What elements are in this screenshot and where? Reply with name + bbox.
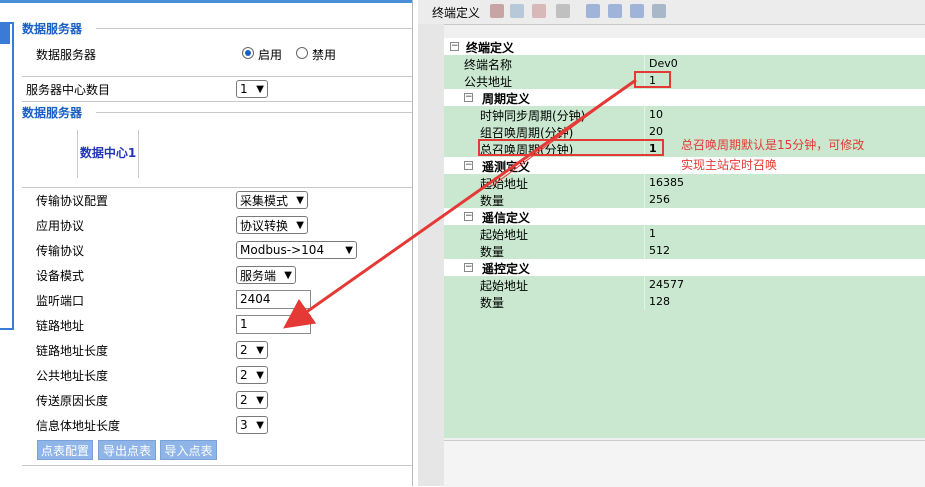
annotation-arrow [283, 78, 637, 329]
pointer-line [491, 79, 637, 187]
arrow-line [283, 78, 637, 329]
